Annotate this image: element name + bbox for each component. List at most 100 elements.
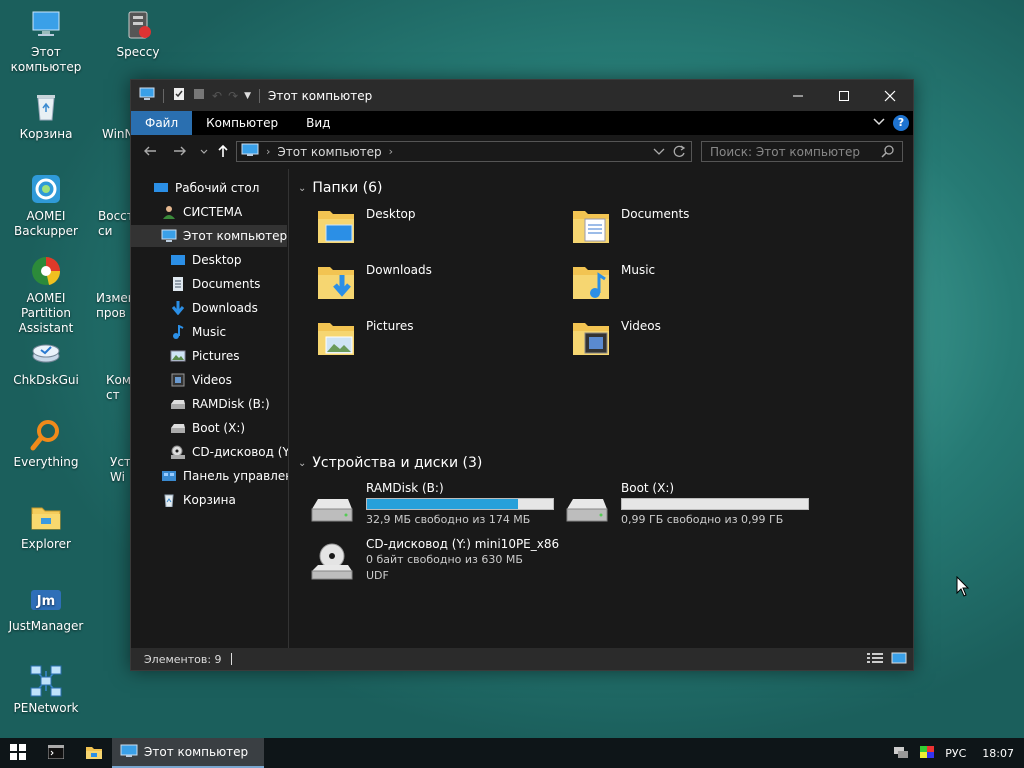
this-pc-icon	[139, 87, 155, 104]
windows-logo-icon	[10, 743, 26, 763]
recent-locations-button[interactable]	[195, 143, 213, 161]
cmd-taskbar-button[interactable]	[36, 738, 76, 768]
folder-item-desktop[interactable]: Desktop	[310, 203, 550, 251]
details-view-icon[interactable]	[867, 652, 883, 667]
back-button[interactable]	[141, 143, 159, 161]
sidebar-item-cd-drive[interactable]: CD-дисковод (Y:)	[170, 441, 288, 463]
documents-icon	[170, 277, 186, 291]
breadcrumb-chevron-icon[interactable]: ›	[389, 145, 393, 158]
sidebar-item-recycle-bin[interactable]: Корзина	[161, 489, 285, 511]
display-color-tray-icon[interactable]	[919, 745, 935, 762]
edit-icon	[94, 254, 128, 288]
new-folder-icon[interactable]	[192, 87, 206, 104]
sidebar-item-downloads[interactable]: Downloads	[170, 297, 285, 319]
desktop-icon-speccy[interactable]: Speccy	[92, 8, 184, 60]
tab-computer[interactable]: Компьютер	[192, 111, 292, 135]
drive-item-cd[interactable]: CD-дисковод (Y:) mini10PE_x86 0 байт сво…	[310, 537, 610, 587]
drive-icon	[170, 397, 186, 411]
breadcrumb-this-pc[interactable]: Этот компьютер	[277, 145, 381, 159]
navigation-pane: Рабочий стол СИСТЕМА Этот компьютер Desk…	[131, 169, 289, 649]
search-icon[interactable]	[881, 145, 894, 161]
desktop-icon-explorer[interactable]: Explorer	[0, 500, 92, 552]
address-bar[interactable]: › Этот компьютер ›	[236, 141, 692, 162]
desktop-icon-chkdskgui[interactable]: ChkDskGui	[0, 336, 92, 388]
search-placeholder: Поиск: Этот компьютер	[710, 144, 861, 159]
undo-icon[interactable]: ↶	[212, 89, 222, 103]
search-input[interactable]: Поиск: Этот компьютер	[701, 141, 903, 162]
desktop-icon-justmanager[interactable]: Jm JustManager	[0, 582, 92, 634]
hdd-icon	[565, 495, 609, 525]
setup-icon	[94, 418, 128, 452]
desktop-icon-winntsetup[interactable]: WinN	[92, 90, 130, 142]
sidebar-item-boot[interactable]: Boot (X:)	[170, 417, 285, 439]
desktop-icon-penetwork[interactable]: PENetwork	[0, 664, 92, 716]
close-button[interactable]	[867, 80, 913, 111]
large-icons-view-icon[interactable]	[891, 652, 907, 667]
desktop-icon-setup[interactable]: Уст Wi	[92, 418, 130, 485]
maximize-button[interactable]	[821, 80, 867, 111]
expand-ribbon-chevron-icon[interactable]	[873, 116, 885, 130]
sidebar-item-videos[interactable]: Videos	[170, 369, 285, 391]
start-button[interactable]	[0, 738, 36, 768]
sidebar-item-desktop[interactable]: Desktop	[170, 249, 285, 271]
desktop-icon-restore[interactable]: Восст си	[92, 172, 130, 239]
sidebar-item-music[interactable]: Music	[170, 321, 285, 343]
desktop-icon-recycle-bin[interactable]: Корзина	[0, 90, 92, 142]
properties-icon[interactable]	[172, 87, 186, 104]
desktop-icon-everything[interactable]: Everything	[0, 418, 92, 470]
sidebar-item-this-pc[interactable]: Этот компьютер	[131, 225, 287, 247]
explorer-folder-icon	[29, 500, 63, 534]
toolbar-separator	[163, 88, 164, 103]
restore-icon	[94, 172, 128, 206]
this-pc-icon	[161, 229, 177, 243]
clock[interactable]: 18:07	[982, 747, 1014, 760]
explorer-taskbar-button[interactable]	[76, 738, 112, 768]
folder-item-documents[interactable]: Documents	[565, 203, 805, 251]
redo-icon[interactable]: ↷	[228, 89, 238, 103]
desktop-icon-this-pc[interactable]: Этот компьютер	[0, 8, 92, 75]
drive-item-ramdisk[interactable]: RAMDisk (B:) 32,9 МБ свободно из 174 МБ	[310, 481, 560, 531]
explorer-window: ↶ ↷ ▼ Этот компьютер Файл Компьютер Вид …	[130, 79, 914, 671]
tab-view[interactable]: Вид	[292, 111, 344, 135]
sidebar-item-system[interactable]: СИСТЕМА	[161, 201, 285, 223]
ribbon-right-controls: ?	[873, 111, 909, 135]
drive-usage-bar	[366, 498, 554, 510]
folder-item-music[interactable]: Music	[565, 259, 805, 307]
refresh-icon[interactable]	[673, 145, 686, 161]
sidebar-item-control-panel[interactable]: Панель управлени	[161, 465, 288, 487]
toolbar-separator	[259, 88, 261, 103]
collapse-chevron-icon[interactable]: ⌄	[298, 183, 306, 194]
breadcrumb-chevron-icon[interactable]: ›	[266, 145, 270, 158]
cd-drive-icon	[310, 541, 354, 581]
forward-button[interactable]	[171, 143, 189, 161]
folder-item-videos[interactable]: Videos	[565, 315, 805, 363]
up-button[interactable]	[214, 143, 232, 161]
quick-access-toolbar: ↶ ↷ ▼	[131, 80, 262, 111]
desktop-icon-edit[interactable]: Измен пров	[92, 254, 130, 321]
sidebar-item-desktop-root[interactable]: Рабочий стол	[153, 177, 283, 199]
desktop-icon-cmd[interactable]: Ком ст	[92, 336, 130, 403]
address-dropdown-icon[interactable]	[653, 145, 665, 160]
drive-item-boot[interactable]: Boot (X:) 0,99 ГБ свободно из 0,99 ГБ	[565, 481, 815, 531]
drives-group-header[interactable]: ⌄ Устройства и диски (3)	[298, 455, 482, 471]
desktop-icon-aomei-backupper[interactable]: AOMEI Backupper	[0, 172, 92, 239]
folder-item-pictures[interactable]: Pictures	[310, 315, 550, 363]
this-pc-icon	[241, 143, 259, 160]
folder-item-downloads[interactable]: Downloads	[310, 259, 550, 307]
folders-group-header[interactable]: ⌄ Папки (6)	[298, 180, 383, 196]
sidebar-item-documents[interactable]: Documents	[170, 273, 285, 295]
help-icon[interactable]: ?	[893, 115, 909, 131]
sidebar-item-ramdisk[interactable]: RAMDisk (B:)	[170, 393, 285, 415]
desktop-icon-aomei-partition[interactable]: AOMEI Partition Assistant	[0, 254, 92, 336]
collapse-chevron-icon[interactable]: ⌄	[298, 458, 306, 469]
title-bar[interactable]: ↶ ↷ ▼ Этот компьютер	[131, 80, 913, 111]
customize-toolbar-dropdown-icon[interactable]: ▼	[244, 91, 251, 101]
taskbar-task-this-pc[interactable]: Этот компьютер	[112, 738, 264, 768]
tab-file[interactable]: Файл	[131, 111, 193, 135]
status-separator	[230, 653, 232, 665]
language-indicator[interactable]: РУС	[945, 747, 966, 760]
sidebar-item-pictures[interactable]: Pictures	[170, 345, 285, 367]
minimize-button[interactable]	[775, 80, 821, 111]
network-tray-icon[interactable]	[893, 745, 909, 762]
recycle-bin-icon	[29, 90, 63, 124]
